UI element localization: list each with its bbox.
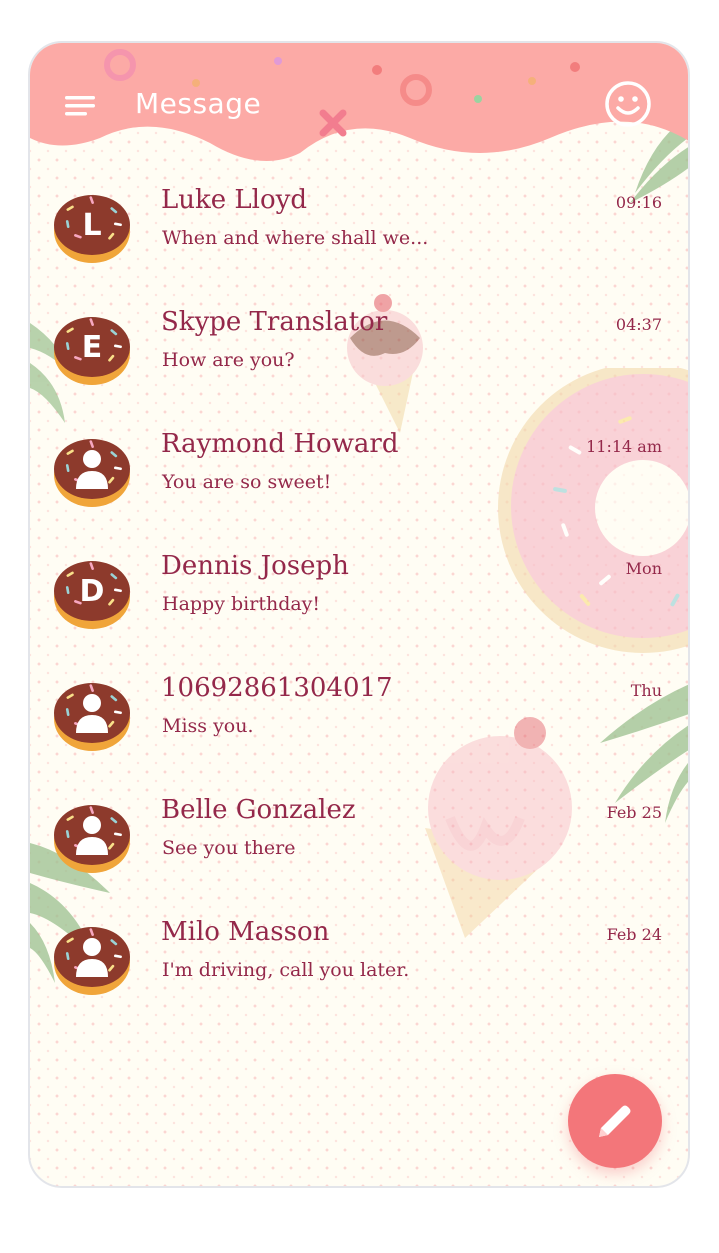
message-preview: You are so sweet!	[162, 471, 332, 493]
conversation-item[interactable]: Belle Gonzalez See you there Feb 25	[30, 781, 688, 903]
message-preview: I'm driving, call you later.	[162, 959, 410, 981]
message-preview: Happy birthday!	[162, 593, 321, 615]
message-time: Feb 25	[606, 803, 662, 822]
message-time: 11:14 am	[586, 437, 662, 456]
menu-icon[interactable]	[63, 90, 97, 122]
message-preview: Miss you.	[162, 715, 254, 737]
donut-avatar: L	[54, 195, 130, 263]
avatar-letter: L	[82, 208, 101, 243]
donut-avatar: E	[54, 317, 130, 385]
contact-name: Luke Lloyd	[161, 185, 307, 215]
donut-avatar	[54, 683, 130, 751]
message-time: Mon	[625, 559, 662, 578]
contact-name: Skype Translator	[161, 307, 388, 337]
donut-avatar	[54, 805, 130, 873]
message-preview: See you there	[162, 837, 296, 859]
message-time: Feb 24	[606, 925, 662, 944]
conversation-item[interactable]: D Dennis Joseph Happy birthday! Mon	[30, 537, 688, 659]
smiley-icon[interactable]	[603, 79, 653, 129]
message-time: Thu	[630, 681, 662, 700]
contact-name: Raymond Howard	[161, 429, 399, 459]
phone-screen: Message L Luke Lloyd When and where shal…	[28, 41, 690, 1188]
donut-avatar: D	[54, 561, 130, 629]
pencil-icon	[599, 1105, 631, 1137]
contact-name: Milo Masson	[161, 917, 330, 947]
contact-name: 10692861304017	[161, 673, 393, 703]
conversation-list: L Luke Lloyd When and where shall we... …	[30, 171, 688, 1025]
page-title: Message	[135, 87, 262, 120]
message-time: 04:37	[615, 315, 662, 334]
conversation-item[interactable]: Milo Masson I'm driving, call you later.…	[30, 903, 688, 1025]
donut-avatar	[54, 439, 130, 507]
conversation-item[interactable]: L Luke Lloyd When and where shall we... …	[30, 171, 688, 293]
avatar-letter: D	[80, 574, 105, 609]
message-time: 09:16	[615, 193, 662, 212]
avatar-letter: E	[82, 330, 103, 365]
contact-name: Dennis Joseph	[161, 551, 349, 581]
contact-name: Belle Gonzalez	[161, 795, 356, 825]
compose-button[interactable]	[568, 1074, 662, 1168]
message-preview: How are you?	[162, 349, 295, 371]
conversation-item[interactable]: 10692861304017 Miss you. Thu	[30, 659, 688, 781]
conversation-item[interactable]: E Skype Translator How are you? 04:37	[30, 293, 688, 415]
message-preview: When and where shall we...	[162, 227, 429, 249]
donut-avatar	[54, 927, 130, 995]
conversation-item[interactable]: Raymond Howard You are so sweet! 11:14 a…	[30, 415, 688, 537]
